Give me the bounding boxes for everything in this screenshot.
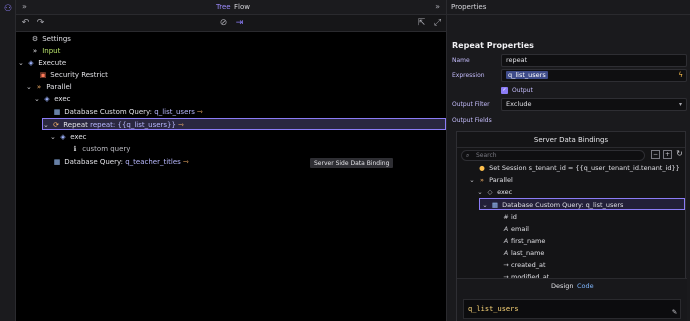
expression-input[interactable]: q_list_users ϟ bbox=[501, 69, 687, 82]
cube-icon: ◈ bbox=[44, 95, 50, 103]
cube-icon: ◈ bbox=[60, 133, 66, 141]
chevron-down-icon[interactable]: ⌄ bbox=[26, 81, 34, 93]
collapse-all-icon[interactable]: − bbox=[651, 150, 660, 159]
mode-code-tab[interactable]: Code bbox=[577, 282, 594, 290]
output-filter-label: Output Filter bbox=[452, 101, 490, 108]
cube-icon: ◈ bbox=[28, 59, 34, 67]
expand-all-icon[interactable]: + bbox=[663, 150, 672, 159]
arrow-icon: → bbox=[503, 273, 509, 278]
tree-node-repeat[interactable]: ⌄ ⟳ Repeat repeat: {{q_list_users}} ⇾ bbox=[42, 118, 446, 130]
undo-icon[interactable]: ↶ bbox=[20, 18, 31, 29]
binding-indicator-icon: ⇾ bbox=[196, 108, 203, 116]
chevron-down-icon[interactable]: ⌄ bbox=[480, 199, 490, 211]
repeat-icon: ⟳ bbox=[53, 121, 59, 129]
table-icon: ▦ bbox=[491, 201, 499, 209]
app-logo-icon[interactable]: ⚇ bbox=[3, 4, 13, 14]
output-fields-label: Output Fields bbox=[452, 117, 492, 124]
panel-header: Properties bbox=[447, 0, 690, 15]
table-icon: ▦ bbox=[53, 158, 61, 166]
binding-field[interactable]: Afirst_name bbox=[501, 235, 546, 247]
mode-design-tab[interactable]: Design bbox=[551, 282, 573, 290]
chevron-down-icon[interactable]: ⌄ bbox=[467, 174, 477, 186]
binding-field[interactable]: → modified_at bbox=[501, 271, 549, 278]
table-icon: ▦ bbox=[53, 108, 61, 116]
arrow-icon: → bbox=[503, 261, 509, 269]
tree-node-security[interactable]: ▣ Security Restrict bbox=[38, 69, 108, 81]
collapse-panel-icon[interactable]: » bbox=[435, 2, 440, 11]
parallel-icon: » bbox=[480, 176, 484, 184]
expression-label: Expression bbox=[452, 72, 485, 79]
text-icon: A bbox=[503, 237, 509, 245]
tree-toolbar: ↶ ↷ ⊘ ⇥ ⇱ ⤢ bbox=[16, 15, 446, 32]
tree-node-execute[interactable]: ⌄ ◈ Execute bbox=[18, 57, 66, 69]
hash-icon: # bbox=[503, 213, 509, 221]
tree-node-db-query[interactable]: ▦ Database Query: q_teacher_titles ⇾ bbox=[52, 156, 189, 168]
bindings-search-input[interactable]: ⌕ Search bbox=[461, 150, 645, 161]
tooltip: Server Side Data Binding bbox=[310, 158, 394, 168]
binding-indicator-icon: ⇾ bbox=[182, 158, 189, 166]
tab-flow[interactable]: Flow bbox=[234, 3, 250, 11]
name-label: Name bbox=[452, 57, 470, 64]
binding-indicator-icon: ⇾ bbox=[177, 121, 184, 129]
expand-sidebar-icon[interactable]: » bbox=[22, 2, 27, 11]
tab-tree[interactable]: Tree bbox=[216, 3, 231, 11]
panel-title: Repeat Properties bbox=[452, 41, 534, 50]
text-icon: A bbox=[503, 225, 509, 233]
tree-node-settings[interactable]: ⚙ Settings bbox=[22, 33, 71, 45]
text-icon: A bbox=[503, 249, 509, 257]
chevron-down-icon[interactable]: ⌄ bbox=[50, 131, 58, 143]
binding-item[interactable]: ⌄» Parallel bbox=[467, 174, 513, 186]
binding-item-selected[interactable]: ⌄ ▦ Database Custom Query: q_list_users bbox=[479, 198, 685, 210]
wand-icon[interactable]: ✎ bbox=[672, 303, 677, 321]
binding-field[interactable]: # id bbox=[501, 211, 517, 223]
binding-item[interactable]: ● Set Session s_tenant_id = {{q_user_ten… bbox=[477, 162, 680, 174]
redo-icon[interactable]: ↷ bbox=[35, 18, 46, 29]
output-filter-select[interactable]: Exclude ▾ bbox=[501, 98, 687, 111]
chevrons-icon: » bbox=[32, 47, 38, 55]
binding-field[interactable]: Aemail bbox=[501, 223, 529, 235]
cube-icon: ◇ bbox=[487, 188, 493, 196]
execution-tree: ⚙ Settings » Input ⌄ ◈ Execute ▣ Security… bbox=[16, 32, 446, 321]
info-icon: ℹ bbox=[73, 145, 77, 153]
session-icon: ● bbox=[479, 164, 485, 172]
tree-node-db-custom-query[interactable]: ▦ Database Custom Query: q_list_users ⇾ bbox=[52, 106, 203, 118]
binding-item[interactable]: ⌄ ◇ exec bbox=[475, 186, 512, 198]
gear-icon: ⚙ bbox=[31, 35, 39, 43]
tree-node-exec-inner[interactable]: ⌄ ◈ exec bbox=[50, 131, 87, 143]
run-icon[interactable]: ⇥ bbox=[234, 18, 245, 29]
output-checkbox[interactable]: ✓ bbox=[501, 87, 508, 94]
chevron-down-icon[interactable]: ⌄ bbox=[34, 93, 42, 105]
chevron-down-icon[interactable]: ⌄ bbox=[43, 119, 51, 131]
search-icon: ⌕ bbox=[466, 152, 470, 159]
share-icon[interactable]: ⇱ bbox=[416, 18, 427, 29]
bolt-icon[interactable]: ϟ bbox=[678, 70, 683, 81]
code-editor[interactable]: q_list_users ✎ bbox=[463, 299, 681, 319]
bindings-footer: Design Code q_list_users ✎ bbox=[457, 278, 687, 321]
tree-topbar: » Tree Flow » bbox=[16, 0, 446, 15]
tree-node-exec[interactable]: ⌄ ◈ exec bbox=[34, 93, 71, 105]
expression-tag: q_list_users bbox=[506, 71, 548, 79]
left-rail: ⚇ bbox=[0, 0, 16, 321]
output-checkbox-label: Output bbox=[512, 87, 533, 94]
bindings-title: Server Data Bindings bbox=[457, 132, 685, 148]
server-data-bindings-modal: Server Data Bindings ⌕ Search − + ↻ ● Se… bbox=[456, 131, 687, 321]
binding-field[interactable]: Alast_name bbox=[501, 247, 545, 259]
tree-node-parallel[interactable]: ⌄» Parallel bbox=[26, 81, 72, 93]
lock-icon: ▣ bbox=[39, 71, 47, 79]
chevron-down-icon[interactable]: ⌄ bbox=[475, 186, 485, 198]
disable-icon[interactable]: ⊘ bbox=[218, 18, 229, 29]
chevron-down-icon: ▾ bbox=[678, 101, 682, 108]
tree-node-input[interactable]: » Input bbox=[22, 45, 61, 57]
chevron-down-icon[interactable]: ⌄ bbox=[18, 57, 26, 69]
name-input[interactable]: repeat bbox=[501, 54, 687, 67]
fullscreen-icon[interactable]: ⤢ bbox=[432, 18, 443, 29]
refresh-icon[interactable]: ↻ bbox=[675, 150, 684, 159]
parallel-icon: » bbox=[36, 83, 42, 91]
binding-field[interactable]: → created_at bbox=[501, 259, 545, 271]
tree-node-custom-query[interactable]: ℹ custom query bbox=[70, 143, 131, 155]
